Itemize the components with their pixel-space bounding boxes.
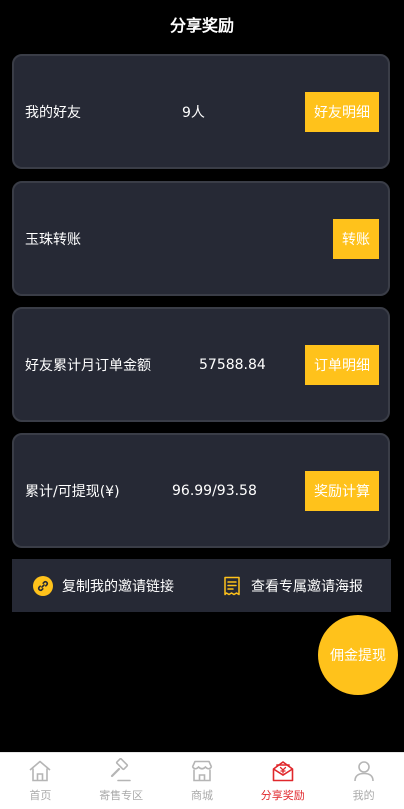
view-invite-poster-button[interactable]: 查看专属邀请海报 xyxy=(223,576,363,596)
shop-icon xyxy=(191,760,213,782)
copy-invite-link-label: 复制我的邀请链接 xyxy=(62,578,174,595)
receipt-icon xyxy=(223,576,241,596)
tab-share-reward[interactable]: 分享奖励 xyxy=(242,753,323,809)
jade-transfer-card: 玉珠转账 转账 xyxy=(12,181,390,296)
user-icon xyxy=(353,761,374,782)
page-header: 分享奖励 xyxy=(0,0,404,48)
friends-label: 我的好友 xyxy=(25,104,81,121)
tab-home[interactable]: 首页 xyxy=(0,753,81,809)
share-reward-icon xyxy=(272,761,294,782)
rewards-amount: 96.99/93.58 xyxy=(172,482,257,499)
rewards-label: 累计/可提现(¥) xyxy=(25,483,120,500)
friend-orders-label: 好友累计月订单金额 xyxy=(25,357,151,374)
view-invite-poster-label: 查看专属邀请海报 xyxy=(251,578,363,595)
reward-calculation-button[interactable]: 奖励计算 xyxy=(305,470,379,511)
tab-mine-label: 我的 xyxy=(352,789,375,802)
tab-shop-label: 商城 xyxy=(190,789,213,802)
tab-consignment[interactable]: 寄售专区 xyxy=(81,753,162,809)
friend-details-button[interactable]: 好友明细 xyxy=(305,91,379,132)
commission-withdraw-button[interactable]: 佣金提现 xyxy=(318,615,398,695)
tab-share-reward-label: 分享奖励 xyxy=(260,789,305,802)
friends-count: 9人 xyxy=(182,104,205,121)
transfer-button[interactable]: 转账 xyxy=(333,218,379,259)
hammer-icon xyxy=(111,758,131,782)
tab-home-label: 首页 xyxy=(29,789,52,802)
tab-consignment-label: 寄售专区 xyxy=(99,789,144,802)
friends-card: 我的好友 9人 好友明细 xyxy=(12,54,390,169)
friend-orders-card: 好友累计月订单金额 57588.84 订单明细 xyxy=(12,307,390,422)
page-title: 分享奖励 xyxy=(169,16,234,35)
home-icon xyxy=(29,760,51,782)
copy-invite-link-button[interactable]: 复制我的邀请链接 xyxy=(33,575,174,596)
rewards-card: 累计/可提现(¥) 96.99/93.58 奖励计算 xyxy=(12,433,390,548)
tab-mine[interactable]: 我的 xyxy=(323,753,404,809)
invite-bar: 复制我的邀请链接 查看专属邀请海报 xyxy=(12,559,391,612)
link-icon xyxy=(33,575,53,596)
jade-transfer-label: 玉珠转账 xyxy=(25,231,81,248)
tab-shop[interactable]: 商城 xyxy=(162,753,243,809)
bottom-tab-bar: 首页 寄售专区 商城 分享奖励 我的 xyxy=(0,752,404,809)
friend-orders-amount: 57588.84 xyxy=(199,356,266,373)
order-details-button[interactable]: 订单明细 xyxy=(305,344,379,385)
